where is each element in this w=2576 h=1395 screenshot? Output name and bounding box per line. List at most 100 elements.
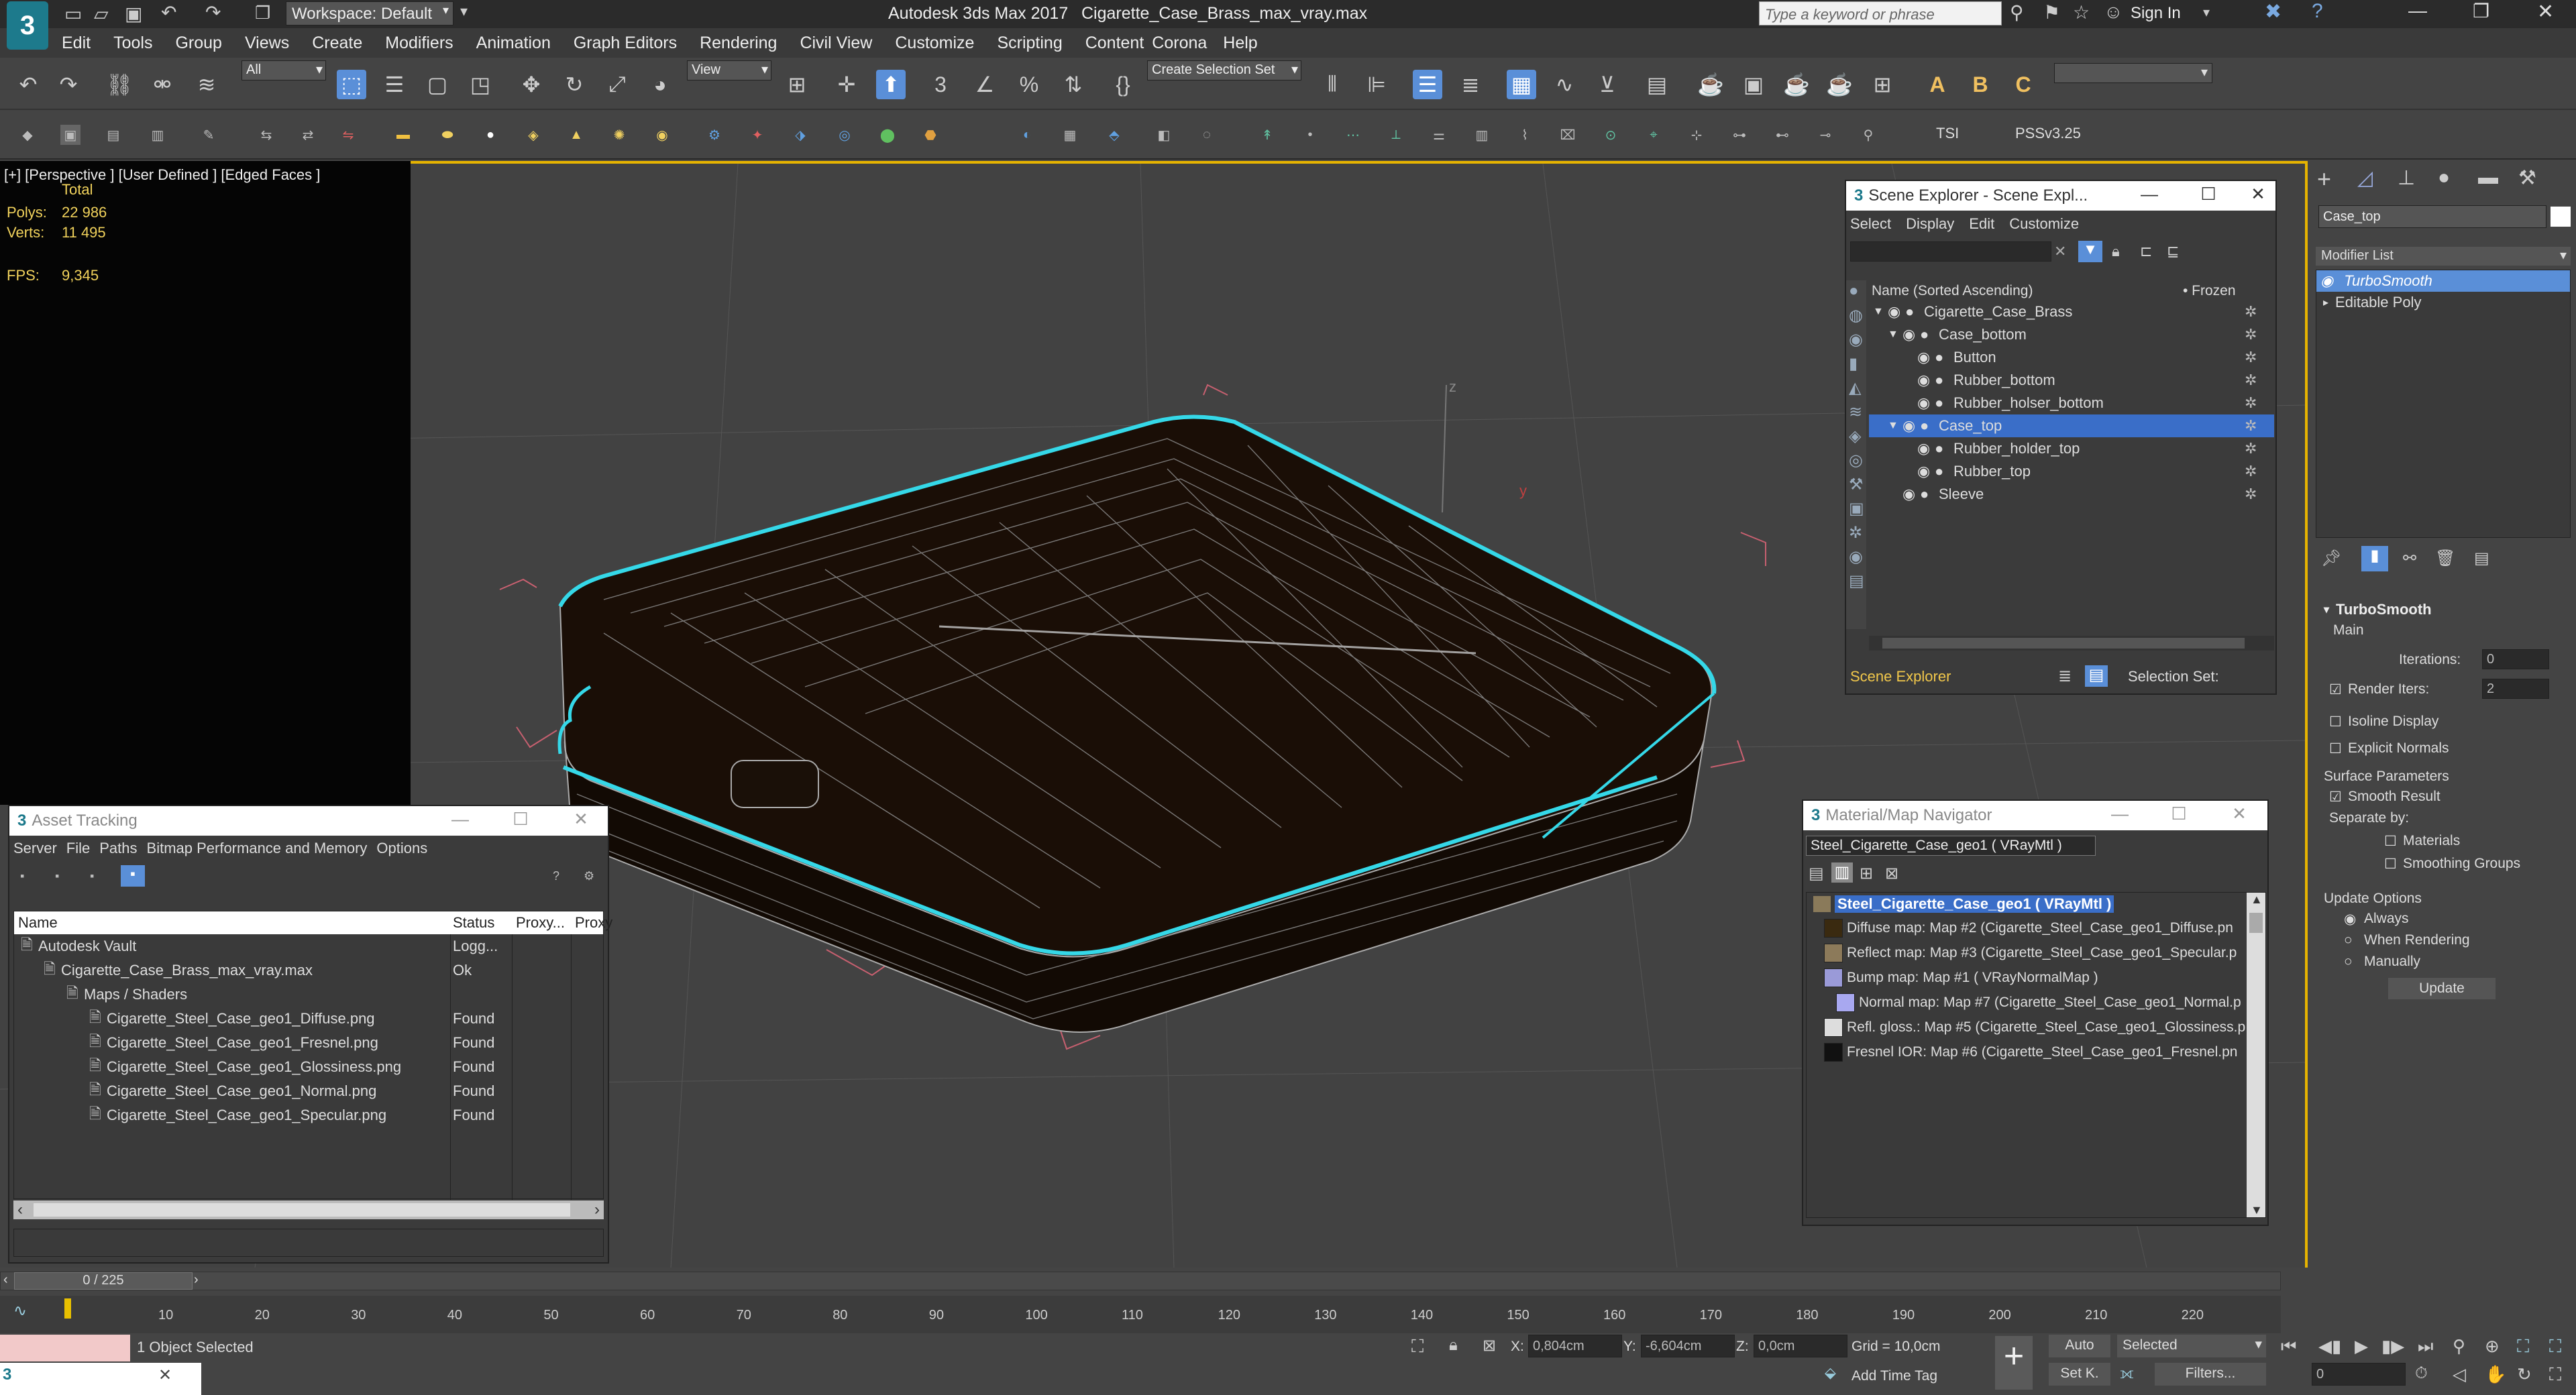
asset-row[interactable]: 🗎︎ Cigarette_Steel_Case_geo1_Specular.png… <box>14 1103 603 1127</box>
hierarchy-icon[interactable]: ⊏ <box>2140 243 2152 260</box>
update-button[interactable]: Update <box>2388 978 2496 999</box>
render-setup-icon[interactable]: ☕ <box>1696 70 1725 99</box>
view-list-icons-icon[interactable]: ▥ <box>1831 862 1853 883</box>
display-cameras-icon[interactable]: ▮ <box>1849 354 1858 374</box>
minimize-button[interactable]: — <box>447 809 474 833</box>
expand-arrow-icon[interactable]: ▸ <box>2323 296 2328 309</box>
user-icon[interactable]: ☺ <box>2104 1 2123 23</box>
eye-icon[interactable]: ◉ <box>1902 326 1915 343</box>
eye-icon[interactable]: ◉ <box>1917 463 1930 480</box>
menu-customize[interactable]: Customize <box>895 34 974 53</box>
undo-icon[interactable]: ↶ <box>13 70 43 99</box>
pan-view-icon[interactable]: ✋ <box>2485 1364 2506 1385</box>
asset-row[interactable]: 🗎︎ Cigarette_Steel_Case_geo1_Fresnel.png F… <box>14 1031 603 1055</box>
create-tab-icon[interactable]: + <box>2317 165 2331 193</box>
expand-arrow-icon[interactable]: ▼ <box>1888 329 1898 341</box>
tree-view-icon[interactable]: ▪ <box>90 869 94 883</box>
tool-icon-27[interactable]: ↟ <box>1257 125 1277 145</box>
scroll-left-icon[interactable]: ‹ <box>17 1201 23 1219</box>
selection-lock-icon[interactable]: 🔒︎ <box>1449 1336 1458 1355</box>
menu-content[interactable]: Content <box>1085 34 1144 53</box>
tool-icon-39[interactable]: ⊷ <box>1772 125 1792 145</box>
se-menu-customize[interactable]: Customize <box>2009 215 2079 233</box>
viewport-label[interactable]: [+] [Perspective ] [User Defined ] [Edge… <box>4 166 320 184</box>
select-object-icon[interactable]: ⬚ <box>337 70 366 99</box>
asset-col-proxy-res[interactable]: Proxy... <box>516 914 565 932</box>
tool-icon-24[interactable]: ⬘ <box>1104 125 1124 145</box>
tool-icon-18[interactable]: ⬗ <box>790 125 810 145</box>
tool-icon-4[interactable]: ▥ <box>148 125 168 145</box>
mini-curve-editor-icon[interactable]: ∿ <box>13 1301 27 1321</box>
minimize-button[interactable]: — <box>2106 803 2133 828</box>
tool-icon-14[interactable]: ✺ <box>609 125 629 145</box>
select-manipulate-icon[interactable]: ✛ <box>832 70 861 99</box>
redo-icon[interactable]: ↷ <box>54 70 83 99</box>
isolate-selection-icon[interactable]: ⛶ <box>1411 1336 1424 1357</box>
track-bar[interactable]: ∿ 10 20 30 40 50 60 70 80 90 100 110 120 130 140 150 16… <box>0 1296 2281 1333</box>
vscroll-thumb[interactable] <box>2249 913 2263 933</box>
at-menu-file[interactable]: File <box>66 840 90 857</box>
scene-tree-row[interactable]: ◉ ● Rubber_top ✲ <box>1869 460 2274 483</box>
material-map-row[interactable]: Diffuse map: Map #2 (Cigarette_Steel_Cas… <box>1807 915 2265 940</box>
key-filters-button[interactable]: Filters... <box>2155 1363 2266 1386</box>
scene-tree-row[interactable]: ◉ ● Rubber_holder_top ✲ <box>1869 437 2274 460</box>
material-root-row[interactable]: Steel_Cigarette_Case_geo1 ( VRayMtl ) <box>1807 893 2265 915</box>
pin-stack-icon[interactable]: 📌︎ <box>2321 549 2341 568</box>
freeze-icon[interactable]: ✲ <box>2245 440 2257 457</box>
rendered-frame-window-icon[interactable]: ▣ <box>1739 70 1768 99</box>
freeze-icon[interactable]: ✲ <box>2245 326 2257 343</box>
se-menu-display[interactable]: Display <box>1906 215 1954 233</box>
window-crossing-icon[interactable]: ◳ <box>466 70 495 99</box>
asset-hscroll[interactable]: ‹ › <box>13 1201 604 1219</box>
expand-arrow-icon[interactable]: ▼ <box>1873 306 1884 318</box>
menu-animation[interactable]: Animation <box>476 34 551 53</box>
tool-icon-19[interactable]: ◎ <box>835 125 855 145</box>
freeze-icon[interactable]: ✲ <box>2245 486 2257 503</box>
tool-icon-29[interactable]: ⋯ <box>1343 125 1363 145</box>
object-color-swatch[interactable] <box>2551 207 2571 227</box>
asset-col-proxy[interactable]: Proxy <box>575 914 612 932</box>
maximize-viewport-icon[interactable]: ⛶ <box>2549 1364 2561 1386</box>
object-name-field[interactable] <box>2318 205 2546 228</box>
rectangular-region-icon[interactable]: ▢ <box>423 70 452 99</box>
scroll-up-icon[interactable]: ▲ <box>2251 893 2263 907</box>
options-icon[interactable]: ⚙ <box>584 869 594 883</box>
project-icon[interactable]: ❐ <box>255 3 270 23</box>
freeze-icon[interactable]: ✲ <box>2245 463 2257 480</box>
workspace-dropdown[interactable]: Workspace: Default ▾ <box>286 1 453 25</box>
sign-in-link[interactable]: Sign In <box>2131 4 2181 23</box>
col-frozen-header[interactable]: • Frozen <box>2183 283 2236 299</box>
redo-icon[interactable]: ↷ <box>205 1 221 23</box>
scene-explorer-footer-label[interactable]: Scene Explorer <box>1850 668 1951 685</box>
rollout-collapse-icon[interactable]: ▾ <box>2324 603 2329 616</box>
remove-modifier-icon[interactable]: 🗑︎ <box>2435 549 2455 568</box>
tool-icon-20[interactable]: ⬤ <box>877 125 898 145</box>
selection-set-icon[interactable]: ▤ <box>2085 665 2108 687</box>
eye-icon[interactable]: ◉ <box>1917 372 1930 389</box>
material-navigator-titlebar[interactable]: 3 Material/Map Navigator — ☐ ✕ <box>1803 801 2267 830</box>
current-frame-marker[interactable] <box>64 1298 71 1319</box>
x-coordinate[interactable] <box>1528 1335 1622 1357</box>
render-iterative-icon[interactable]: ☕ <box>1825 70 1854 99</box>
tool-icon-8[interactable]: ⇋ <box>338 125 358 145</box>
tool-icon-22[interactable]: ◐ <box>1017 125 1037 145</box>
smoothing-groups-checkbox[interactable]: ☐ <box>2384 856 2397 873</box>
display-containers-icon[interactable]: ▣ <box>1849 499 1864 518</box>
tool-icon-30[interactable]: ⟂ <box>1386 125 1406 145</box>
modify-tab-icon[interactable]: ◿ <box>2357 166 2373 190</box>
expand-arrow-icon[interactable]: ▼ <box>1888 420 1898 432</box>
freeze-icon[interactable]: ✲ <box>2245 303 2257 321</box>
search-input[interactable]: Type a keyword or phrase <box>1759 1 2002 25</box>
maximize-button[interactable]: ☐ <box>2165 803 2192 828</box>
tool-icon-16[interactable]: ⚙ <box>704 125 724 145</box>
tool-icon-3[interactable]: ▤ <box>103 125 123 145</box>
exchange-icon[interactable]: ✖ <box>2265 0 2282 23</box>
key-filter-icon[interactable]: ⟗ <box>2120 1364 2134 1383</box>
freeze-icon[interactable]: ✲ <box>2245 349 2257 366</box>
auto-key-button[interactable]: Auto <box>2049 1335 2110 1357</box>
layer-hierarchy-icon[interactable]: ⊑ <box>2167 243 2179 260</box>
layer-icon[interactable]: ≣ <box>2058 667 2072 686</box>
app-logo-icon[interactable]: 3 <box>7 1 48 50</box>
asset-tracking-titlebar[interactable]: 3 Asset Tracking — ☐ ✕ <box>9 806 608 836</box>
snaps-toggle-icon[interactable]: 3 <box>926 70 955 99</box>
